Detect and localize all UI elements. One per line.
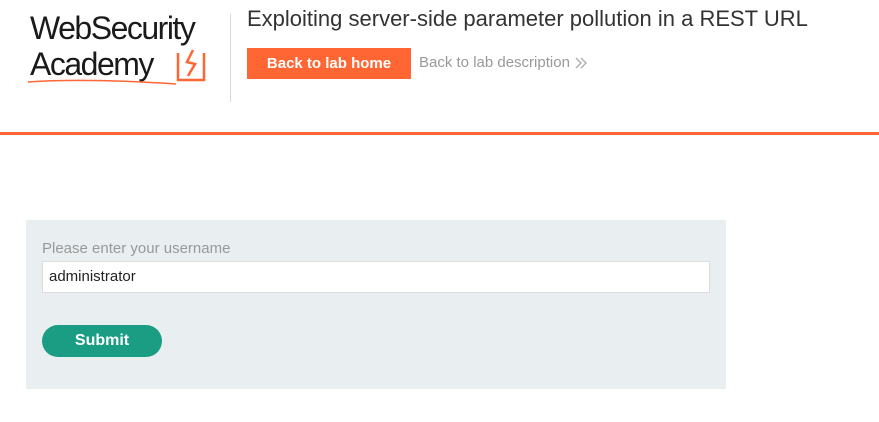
back-to-lab-home-button[interactable]: Back to lab home xyxy=(247,48,411,79)
logo-swoosh-icon xyxy=(27,79,177,85)
submit-button[interactable]: Submit xyxy=(42,325,162,357)
username-form-panel: Please enter your username administrator… xyxy=(26,220,726,389)
web-security-academy-logo[interactable]: WebSecurity Academy xyxy=(26,8,231,88)
username-input[interactable]: administrator xyxy=(42,261,710,293)
header-divider xyxy=(230,14,231,102)
back-to-lab-description-link[interactable]: Back to lab description xyxy=(419,54,588,71)
back-to-lab-description-label: Back to lab description xyxy=(419,54,570,71)
lab-title: Exploiting server-side parameter polluti… xyxy=(247,6,808,31)
double-chevron-right-icon xyxy=(575,57,587,69)
lab-header: WebSecurity Academy Exploiting server-si… xyxy=(0,0,879,135)
logo-text-line1: WebSecurity xyxy=(30,10,196,46)
username-label: Please enter your username xyxy=(42,240,231,257)
